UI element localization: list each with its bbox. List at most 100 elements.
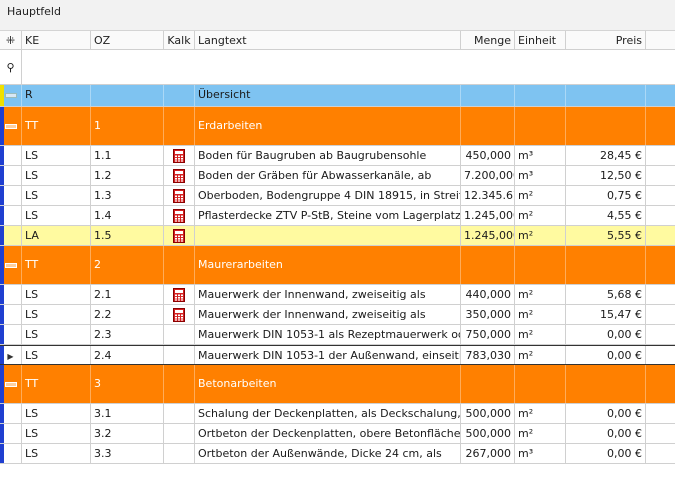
row-indicator[interactable]	[0, 186, 22, 205]
cell-langtext[interactable]: Maurerarbeiten	[195, 246, 461, 284]
row-indicator[interactable]	[0, 285, 22, 304]
calculator-icon[interactable]	[173, 149, 185, 163]
cell-kalk[interactable]	[164, 365, 195, 403]
calculator-icon[interactable]	[173, 169, 185, 183]
cell-ke[interactable]: LS	[22, 444, 91, 463]
cell-ke[interactable]: LA	[22, 226, 91, 245]
cell-einheit[interactable]: m³	[515, 146, 566, 165]
cell-oz[interactable]	[91, 85, 164, 106]
cell-preis[interactable]: 0,00 €	[566, 325, 646, 344]
cell-preis[interactable]: 0,00 €	[566, 404, 646, 423]
table-row[interactable]: LS 1.2 Boden der Gräben für Abwasserkanäle…	[0, 166, 675, 186]
cell-menge[interactable]	[461, 85, 515, 106]
table-row[interactable]: LS 2.2 Mauerwerk der Innenwand, zweiseitig…	[0, 305, 675, 325]
cell-oz[interactable]: 2	[91, 246, 164, 284]
cell-oz[interactable]: 2.2	[91, 305, 164, 324]
column-chooser-icon[interactable]: ⁜	[0, 31, 22, 49]
row-indicator[interactable]	[0, 85, 22, 106]
cell-oz[interactable]: 1.4	[91, 206, 164, 225]
cell-langtext[interactable]: Erdarbeiten	[195, 107, 461, 145]
row-indicator[interactable]	[0, 305, 22, 324]
cell-ke[interactable]: R	[22, 85, 91, 106]
cell-langtext[interactable]: Mauerwerk der Innenwand, zweiseitig als	[195, 305, 461, 324]
cell-ke[interactable]: TT	[22, 107, 91, 145]
cell-kalk[interactable]	[164, 146, 195, 165]
collapse-icon[interactable]	[4, 123, 17, 129]
cell-oz[interactable]: 1.3	[91, 186, 164, 205]
column-header-preis[interactable]: Preis	[566, 31, 646, 49]
cell-langtext[interactable]	[195, 226, 461, 245]
cell-einheit[interactable]: m²	[515, 285, 566, 304]
cell-preis[interactable]: 28,45 €	[566, 146, 646, 165]
cell-einheit[interactable]: m²	[515, 206, 566, 225]
calculator-icon[interactable]	[173, 189, 185, 203]
table-row[interactable]: LS 2.3 Mauerwerk DIN 1053-1 als Rezeptmaue…	[0, 325, 675, 345]
collapse-icon[interactable]	[4, 262, 17, 268]
cell-kalk[interactable]	[164, 186, 195, 205]
cell-menge[interactable]	[461, 365, 515, 403]
cell-kalk[interactable]	[164, 346, 195, 364]
row-indicator[interactable]	[0, 424, 22, 443]
position-grid[interactable]: ⁜ KE OZ Kalk Langtext Menge Einheit Prei…	[0, 31, 675, 464]
cell-kalk[interactable]	[164, 206, 195, 225]
column-header-kalk[interactable]: Kalk	[164, 31, 195, 49]
cell-langtext[interactable]: Mauerwerk der Innenwand, zweiseitig als	[195, 285, 461, 304]
cell-einheit[interactable]: m³	[515, 444, 566, 463]
group-row[interactable]: TT 1 Erdarbeiten	[0, 107, 675, 146]
column-header-einheit[interactable]: Einheit	[515, 31, 566, 49]
cell-kalk[interactable]	[164, 166, 195, 185]
calculator-icon[interactable]	[173, 209, 185, 223]
cell-langtext[interactable]: Boden der Gräben für Abwasserkanäle, ab	[195, 166, 461, 185]
cell-oz[interactable]: 2.1	[91, 285, 164, 304]
cell-einheit[interactable]	[515, 107, 566, 145]
cell-menge[interactable]: 783,030	[461, 346, 515, 364]
cell-preis[interactable]: 0,00 €	[566, 424, 646, 443]
row-indicator[interactable]	[0, 444, 22, 463]
cell-preis[interactable]	[566, 365, 646, 403]
cell-menge[interactable]: 12.345.67	[461, 186, 515, 205]
cell-langtext[interactable]: Ortbeton der Außenwände, Dicke 24 cm, al…	[195, 444, 461, 463]
cell-preis[interactable]: 4,55 €	[566, 206, 646, 225]
cell-preis[interactable]	[566, 246, 646, 284]
cell-preis[interactable]	[566, 107, 646, 145]
column-header-langtext[interactable]: Langtext	[195, 31, 461, 49]
cell-einheit[interactable]: m²	[515, 305, 566, 324]
cell-ke[interactable]: LS	[22, 206, 91, 225]
column-header-ke[interactable]: KE	[22, 31, 91, 49]
calculator-icon[interactable]	[173, 229, 185, 243]
filter-cell[interactable]	[22, 50, 91, 84]
cell-preis[interactable]: 0,00 €	[566, 346, 646, 364]
cell-menge[interactable]: 7.200,000	[461, 166, 515, 185]
cell-kalk[interactable]	[164, 444, 195, 463]
cell-ke[interactable]: LS	[22, 285, 91, 304]
cell-kalk[interactable]	[164, 325, 195, 344]
cell-menge[interactable]	[461, 246, 515, 284]
cell-kalk[interactable]	[164, 285, 195, 304]
cell-preis[interactable]: 0,00 €	[566, 444, 646, 463]
cell-preis[interactable]	[566, 85, 646, 106]
cell-oz[interactable]: 3.1	[91, 404, 164, 423]
cell-oz[interactable]: 3.2	[91, 424, 164, 443]
cell-menge[interactable]: 440,000	[461, 285, 515, 304]
cell-ke[interactable]: LS	[22, 166, 91, 185]
group-row[interactable]: TT 2 Maurerarbeiten	[0, 246, 675, 285]
cell-einheit[interactable]: m²	[515, 325, 566, 344]
cell-oz[interactable]: 1.1	[91, 146, 164, 165]
collapse-icon[interactable]	[4, 92, 17, 98]
cell-einheit[interactable]: m²	[515, 404, 566, 423]
cell-ke[interactable]: LS	[22, 346, 91, 364]
cell-einheit[interactable]: m²	[515, 186, 566, 205]
group-row[interactable]: TT 3 Betonarbeiten	[0, 365, 675, 404]
cell-kalk[interactable]	[164, 85, 195, 106]
cell-oz[interactable]: 2.4	[91, 346, 164, 364]
cell-kalk[interactable]	[164, 424, 195, 443]
cell-einheit[interactable]: m²	[515, 424, 566, 443]
cell-ke[interactable]: TT	[22, 365, 91, 403]
row-indicator[interactable]	[0, 166, 22, 185]
cell-oz[interactable]: 1.5	[91, 226, 164, 245]
cell-oz[interactable]: 2.3	[91, 325, 164, 344]
cell-einheit[interactable]: m²	[515, 226, 566, 245]
cell-preis[interactable]: 15,47 €	[566, 305, 646, 324]
row-indicator[interactable]	[0, 325, 22, 344]
table-row[interactable]: LS 1.1 Boden für Baugruben ab Baugrubensoh…	[0, 146, 675, 166]
